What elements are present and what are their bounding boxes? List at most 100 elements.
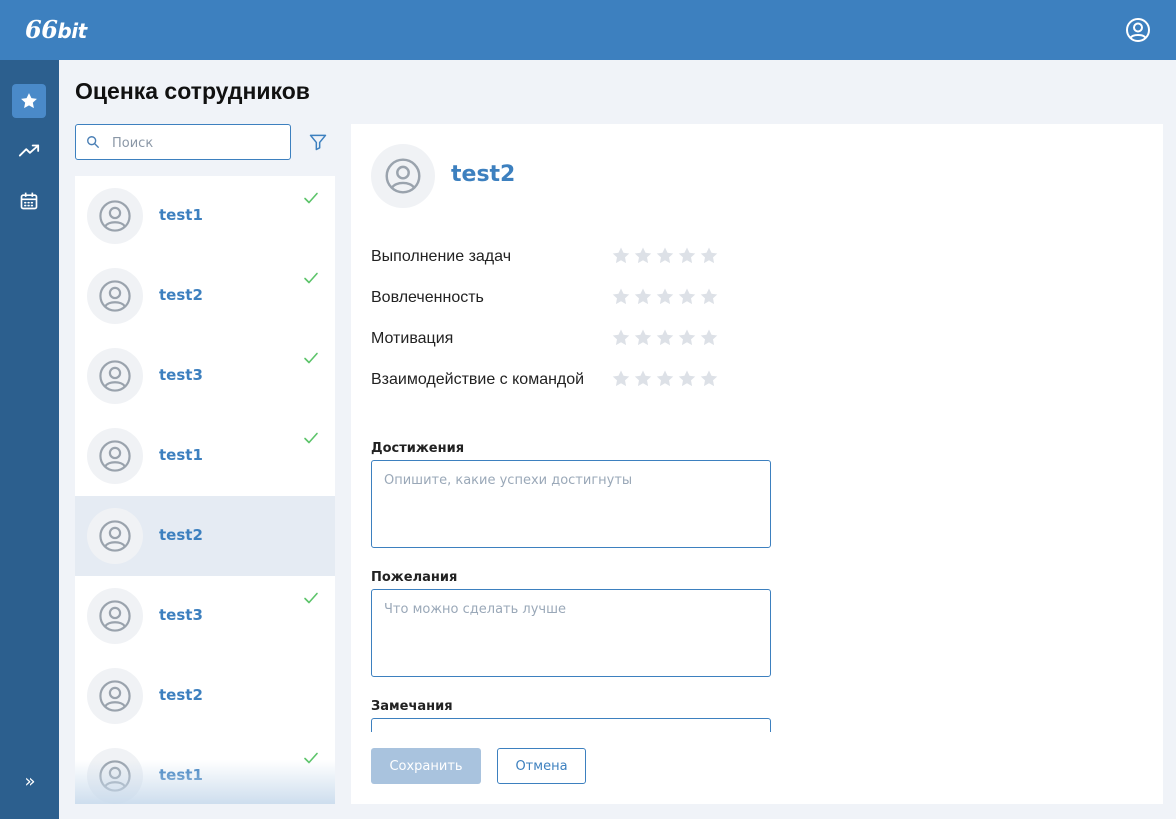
check-icon — [304, 192, 318, 204]
employee-list: test1 test2 test3 test1 test2 test3 test2 test1 — [75, 176, 335, 804]
avatar — [87, 748, 143, 804]
star-icon[interactable] — [677, 287, 697, 307]
page-title: Оценка сотрудников — [75, 78, 310, 104]
employee-list-item[interactable]: test1 — [75, 176, 335, 256]
user-icon — [99, 360, 131, 392]
employee-name: test2 — [159, 526, 203, 544]
star-icon[interactable] — [699, 369, 719, 389]
rated-check — [303, 750, 319, 770]
criterion-label: Вовлеченность — [371, 289, 484, 306]
user-icon — [99, 520, 131, 552]
rated-check — [303, 590, 319, 610]
avatar — [87, 268, 143, 324]
user-icon — [99, 200, 131, 232]
user-icon — [99, 280, 131, 312]
avatar — [87, 668, 143, 724]
star-icon[interactable] — [633, 246, 653, 266]
sidebar-item-calendar[interactable] — [12, 184, 46, 218]
sidebar-item-analytics[interactable] — [12, 134, 46, 168]
calendar-icon — [20, 192, 38, 210]
star-rating — [611, 328, 719, 348]
check-icon — [304, 752, 318, 764]
star-icon[interactable] — [699, 328, 719, 348]
sidebar: » — [0, 60, 59, 819]
star-icon[interactable] — [677, 369, 697, 389]
trending-up-icon — [18, 144, 40, 157]
star-icon[interactable] — [633, 287, 653, 307]
field-box — [371, 460, 771, 548]
avatar — [87, 508, 143, 564]
star-icon[interactable] — [655, 246, 675, 266]
employee-name: test3 — [159, 366, 203, 384]
star-icon[interactable] — [655, 369, 675, 389]
star-icon[interactable] — [633, 328, 653, 348]
star-icon[interactable] — [699, 287, 719, 307]
avatar — [87, 588, 143, 644]
field-box — [371, 589, 771, 677]
star-icon[interactable] — [677, 246, 697, 266]
rated-check — [303, 350, 319, 370]
user-circle-icon — [1126, 18, 1150, 42]
comment-textarea[interactable] — [372, 461, 770, 547]
sidebar-expand-button[interactable]: » — [18, 770, 42, 794]
profile-button[interactable] — [1124, 16, 1152, 44]
criterion-label: Выполнение задач — [371, 248, 512, 265]
star-icon[interactable] — [611, 287, 631, 307]
employee-list-item[interactable]: test3 — [75, 576, 335, 656]
star-icon[interactable] — [655, 287, 675, 307]
check-icon — [304, 432, 318, 444]
logo-sub: bit — [57, 19, 87, 43]
employee-name: test2 — [159, 286, 203, 304]
star-icon — [21, 93, 37, 109]
employee-list-item[interactable]: test2 — [75, 256, 335, 336]
field-label: Пожелания — [371, 570, 458, 585]
avatar — [87, 348, 143, 404]
check-icon — [304, 352, 318, 364]
star-icon[interactable] — [677, 328, 697, 348]
search-input[interactable] — [112, 133, 282, 153]
cancel-button[interactable]: Отмена — [497, 748, 586, 784]
field-label: Замечания — [371, 699, 453, 714]
employee-name: test1 — [159, 766, 203, 784]
rated-check — [303, 430, 319, 450]
comment-textarea[interactable] — [372, 590, 770, 676]
criterion-label: Взаимодействие с командой — [371, 371, 585, 388]
criterion-label: Мотивация — [371, 330, 454, 347]
logo[interactable]: 66bit — [25, 15, 87, 44]
top-bar: 66bit — [0, 0, 1176, 60]
employee-name: test2 — [451, 162, 516, 187]
rated-check — [303, 270, 319, 290]
employee-list-item[interactable]: test1 — [75, 736, 335, 804]
star-icon[interactable] — [655, 328, 675, 348]
star-icon[interactable] — [611, 246, 631, 266]
filter-icon — [309, 134, 327, 151]
avatar — [371, 144, 435, 208]
employee-name: test3 — [159, 606, 203, 624]
field-label: Достижения — [371, 441, 465, 456]
user-icon — [99, 600, 131, 632]
user-icon — [99, 680, 131, 712]
user-icon — [385, 158, 421, 194]
star-icon[interactable] — [611, 328, 631, 348]
user-icon — [99, 760, 131, 792]
employee-name: test2 — [159, 686, 203, 704]
star-rating — [611, 369, 719, 389]
star-icon[interactable] — [699, 246, 719, 266]
avatar — [87, 188, 143, 244]
user-icon — [99, 440, 131, 472]
employee-list-item[interactable]: test1 — [75, 416, 335, 496]
star-rating — [611, 246, 719, 266]
star-icon[interactable] — [611, 369, 631, 389]
save-button[interactable]: Сохранить — [371, 748, 481, 784]
employee-list-item[interactable]: test3 — [75, 336, 335, 416]
employee-list-item[interactable]: test2 — [75, 656, 335, 736]
evaluation-panel: test2 Выполнение задач Вовлеченность Мотив… — [351, 124, 1163, 804]
sidebar-item-rating[interactable] — [12, 84, 46, 118]
check-icon — [304, 272, 318, 284]
filter-button[interactable] — [308, 132, 328, 152]
employee-list-item[interactable]: test2 — [75, 496, 335, 576]
star-icon[interactable] — [633, 369, 653, 389]
star-rating — [611, 287, 719, 307]
field-box-clipped — [371, 718, 771, 732]
employee-name: test1 — [159, 446, 203, 464]
